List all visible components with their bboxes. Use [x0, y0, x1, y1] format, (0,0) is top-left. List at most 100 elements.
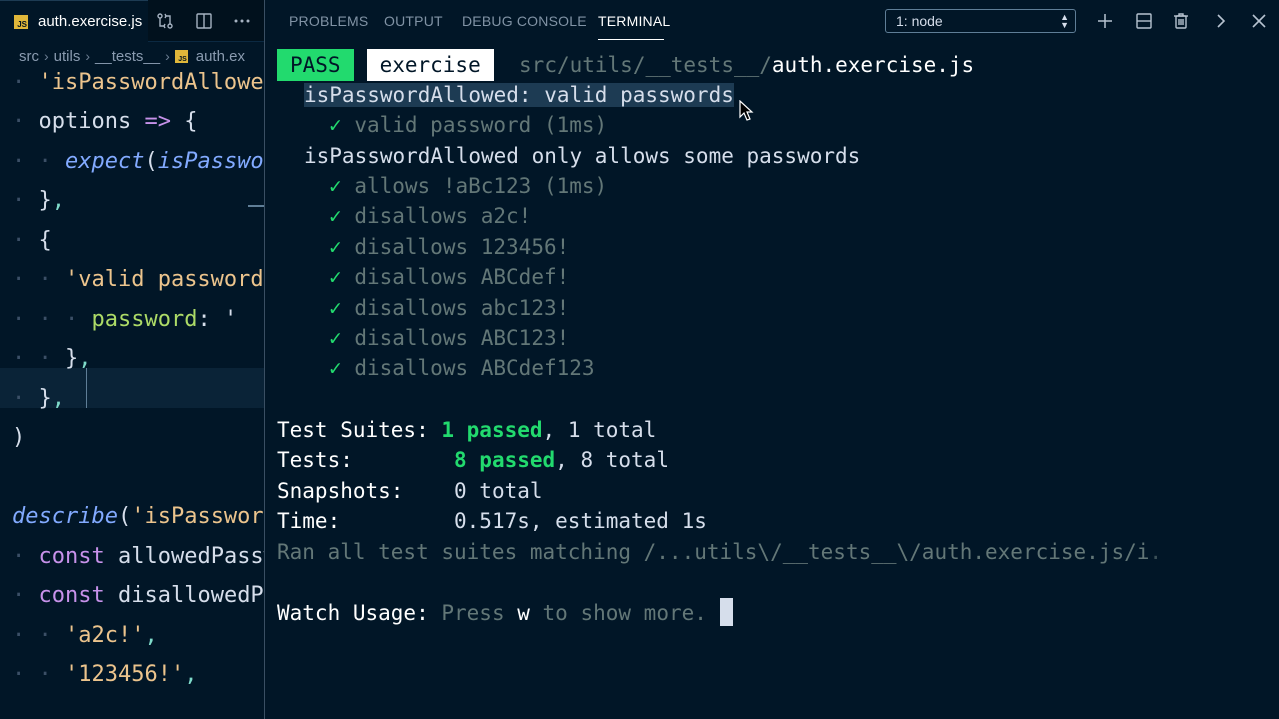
tab-output[interactable]: OUTPUT — [384, 13, 443, 29]
whitespace-dots: · — [12, 227, 39, 253]
selected-text: isPasswordAllowed: valid passwords — [304, 83, 734, 107]
whitespace-dots: · · · — [12, 306, 92, 332]
checkmark-icon: ✓ — [329, 265, 342, 290]
chevron-right-icon: › — [44, 48, 49, 64]
watch-usage: Watch Usage: Press w to show more. — [277, 598, 707, 628]
panel-tab-bar: PROBLEMS OUTPUT DEBUG CONSOLE TERMINAL 1… — [265, 0, 1279, 42]
code-line: · { — [12, 221, 52, 261]
pass-badge: PASS — [277, 49, 354, 81]
summary-snapshots-value: 0 total — [454, 479, 543, 503]
more-actions-icon[interactable] — [232, 11, 252, 31]
code-token: , — [184, 662, 198, 687]
active-tab-indicator — [598, 39, 664, 40]
code-token: } — [38, 385, 52, 411]
code-token: options — [38, 109, 145, 134]
trash-icon[interactable] — [1171, 11, 1191, 31]
code-line: · · }, — [12, 339, 91, 379]
updown-icon: ▲ ▼ — [1060, 12, 1069, 30]
split-editor-icon[interactable] — [194, 11, 214, 31]
code-token: => — [144, 109, 171, 134]
open-changes-icon[interactable] — [155, 11, 175, 31]
test-name: disallows ABC123! — [354, 326, 570, 350]
test-file-dir: src/utils/__tests__/ — [519, 53, 772, 77]
code-token: isPasswordAllowed — [157, 148, 264, 174]
watch-usage-key: w — [517, 601, 530, 625]
code-line: · · '123456!', — [12, 655, 197, 695]
test-file-header: PASS exercise src/utils/__tests__/auth.ex… — [277, 49, 974, 81]
whitespace-dots: · — [12, 543, 39, 569]
summary-suites: Test Suites: 1 passed, 1 total — [277, 415, 656, 445]
test-name: disallows abc123! — [354, 295, 570, 320]
test-result-line: ✓ disallows ABCdef123 — [329, 353, 595, 383]
breadcrumb-file[interactable]: auth.ex — [196, 48, 245, 65]
summary-time-label: Time: — [277, 509, 341, 533]
chevron-right-icon: › — [85, 48, 91, 64]
code-editor[interactable]: cases(· 'isPasswordAllowed· options => {… — [0, 46, 264, 719]
code-line: · const allowedPasswords — [12, 537, 264, 577]
test-name: disallows 123456! — [354, 234, 570, 259]
code-token: '123456!' — [64, 662, 185, 687]
test-result-line: ✓ allows !aBc123 (1ms) — [329, 171, 607, 201]
code-token: const — [38, 583, 118, 608]
summary-suites-total: , 1 total — [542, 418, 657, 442]
editor-tab-bar: JS auth.exercise.js — [0, 0, 264, 42]
checkmark-icon: ✓ — [329, 326, 342, 350]
code-token: password — [91, 306, 198, 332]
close-icon[interactable] — [1249, 11, 1269, 31]
code-line: ) — [12, 418, 25, 458]
test-result-line: ✓ valid password (1ms) — [329, 110, 607, 140]
test-name: allows !aBc123 (1ms) — [354, 174, 608, 198]
summary-snapshots-label: Snapshots: — [277, 479, 404, 503]
suite-title-2: isPasswordAllowed only allows some passw… — [304, 144, 861, 168]
terminal-select-value: 1: node — [896, 13, 943, 29]
code-token: ( — [117, 504, 132, 529]
tab-problems[interactable]: PROBLEMS — [289, 13, 368, 29]
code-token: allowedPasswords — [117, 543, 264, 569]
whitespace-dots: · · — [12, 148, 65, 174]
split-terminal-icon[interactable] — [1134, 11, 1154, 31]
code-line: · · 'a2c!', — [12, 616, 158, 656]
code-token: : ' — [197, 306, 238, 332]
plus-icon[interactable] — [1095, 11, 1115, 31]
code-token: const — [38, 543, 118, 569]
code-token: } — [38, 188, 52, 213]
terminal-output[interactable]: PASS exercise src/utils/__tests__/auth.ex… — [277, 46, 1272, 716]
code-line: describe('isPasswordAllowed — [12, 497, 264, 537]
test-file-name: auth.exercise.js — [771, 53, 975, 77]
code-token: , — [51, 385, 65, 411]
whitespace-dots: · — [12, 188, 39, 213]
checkmark-icon: ✓ — [329, 234, 342, 259]
test-result-line: ✓ disallows ABCdef! — [329, 262, 569, 292]
breadcrumb-tests[interactable]: __tests__ — [95, 48, 160, 65]
test-name: disallows ABCdef! — [354, 265, 570, 290]
breadcrumb-src[interactable]: src — [19, 48, 39, 65]
breadcrumb-utils[interactable]: utils — [54, 48, 81, 65]
project-badge: exercise — [366, 49, 494, 81]
code-token: { — [38, 227, 52, 253]
test-name: disallows ABCdef123 — [354, 356, 595, 381]
tab-debug-console[interactable]: DEBUG CONSOLE — [462, 13, 587, 29]
chevron-right-icon[interactable] — [1211, 11, 1231, 31]
editor-tab[interactable]: JS auth.exercise.js — [0, 0, 148, 42]
code-token: 'valid password' — [64, 267, 264, 292]
code-line: · · · password: ' — [12, 300, 237, 340]
whitespace-dots: · · — [12, 622, 65, 648]
summary-time: Time: 0.517s, estimated 1s — [277, 506, 707, 536]
checkmark-icon: ✓ — [329, 113, 342, 137]
checkmark-icon: ✓ — [329, 356, 342, 381]
editor-tab-label: auth.exercise.js — [38, 13, 143, 30]
tab-terminal[interactable]: TERMINAL — [598, 13, 670, 29]
whitespace-dots: · — [12, 385, 39, 411]
code-line: · · expect(isPasswordAllowed — [12, 142, 264, 182]
ran-line-text: Ran all test suites matching /...utils\/… — [277, 540, 1150, 564]
code-token: , — [78, 346, 92, 371]
test-result-line: ✓ disallows a2c! — [329, 201, 531, 231]
summary-tests-total: , 8 total — [555, 448, 669, 472]
code-token: 'isPasswordAllowed — [38, 69, 265, 95]
whitespace-dots: · · — [12, 267, 65, 292]
code-token: ) — [12, 425, 26, 450]
summary-snapshots: Snapshots: 0 total — [277, 476, 543, 506]
code-token: } — [64, 346, 79, 371]
terminal-select[interactable]: 1: node ▲ ▼ — [885, 9, 1076, 33]
whitespace-dots: · — [12, 583, 39, 608]
